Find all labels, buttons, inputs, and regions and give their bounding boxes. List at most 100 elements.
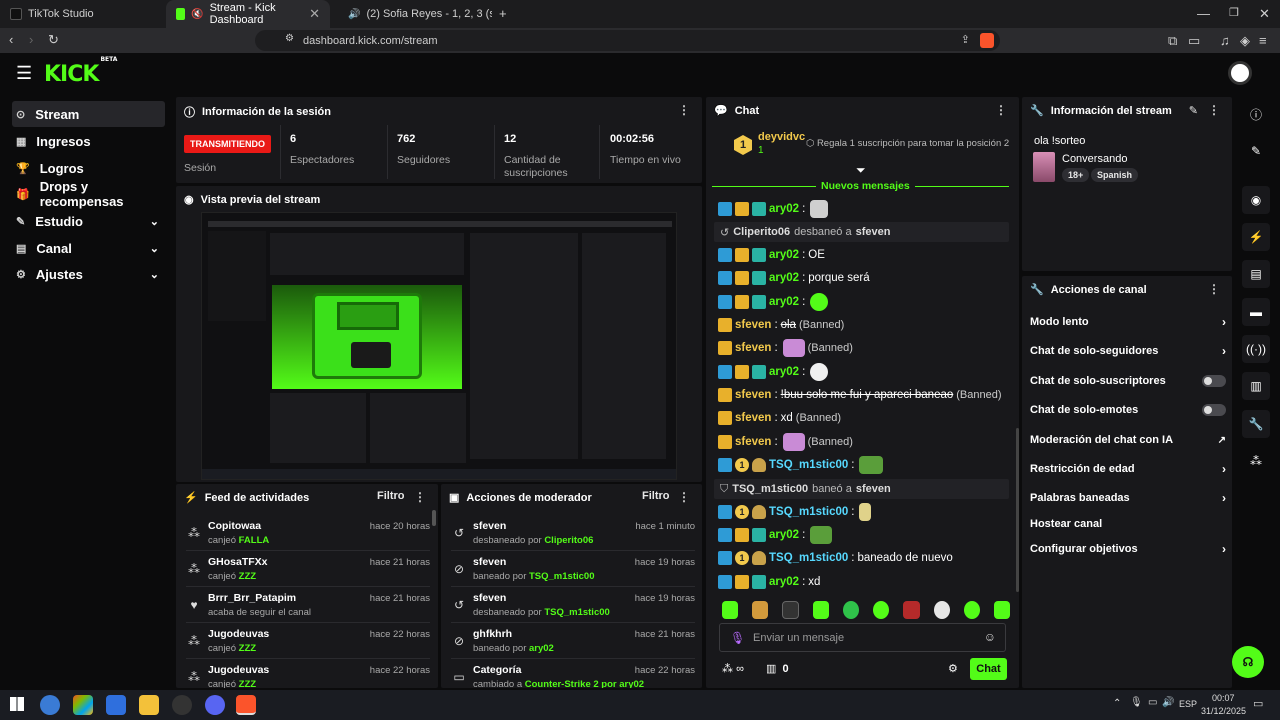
obs-icon[interactable] [172,695,192,715]
chat-username[interactable]: ary02 [769,366,799,378]
points-icon[interactable]: ⁂ ∞ [722,662,744,675]
clipboard-icon[interactable]: ▤ [1242,260,1270,288]
chat-username[interactable]: sfeven [735,389,771,401]
chat-message[interactable]: ary02: OE [718,245,1008,265]
chat-message[interactable]: 1 TSQ_m1stic00: baneado de nuevo [718,548,1008,568]
reload-icon[interactable]: ↻ [48,32,59,48]
sidebar-item-stream[interactable]: ⊙ Stream [12,101,165,127]
chat-message[interactable]: ary02: [718,292,1008,312]
brave-icon[interactable] [236,695,256,715]
emote-icon[interactable] [873,601,890,619]
filter-button[interactable]: Filtro [377,490,405,502]
list-item[interactable]: ⁂ GHosaTFXx canjeó ZZZ hace 21 horas [186,554,430,590]
more-options-icon[interactable]: ⋮ [1208,103,1220,117]
points-icon[interactable]: ⁂ [1242,447,1270,475]
chat-username[interactable]: TSQ_m1stic00 [769,552,848,564]
emote-icon[interactable] [993,601,1011,619]
microphone-icon[interactable]: 🎙 [730,631,745,645]
chat-message[interactable]: ary02: xd [718,572,1008,592]
sidebar-item-ajustes[interactable]: ⚙ Ajustes ⌄ [12,261,165,287]
more-options-icon[interactable]: ⋮ [678,103,690,117]
send-chat-button[interactable]: Chat [970,658,1007,680]
more-options-icon[interactable]: ⋮ [678,490,690,504]
emote-icon[interactable] [903,601,920,619]
emote-icon[interactable] [812,601,829,619]
emote-icon[interactable] [933,601,950,619]
forward-icon[interactable]: › [29,32,33,47]
pencil-icon[interactable]: ✎ [1242,137,1270,165]
banned-words-row[interactable]: Palabras baneadas › [1030,488,1226,508]
chat-username[interactable]: ary02 [769,296,799,308]
filter-button[interactable]: Filtro [642,490,670,502]
chat-username[interactable]: TSQ_m1stic00 [769,459,848,471]
windows-start-icon[interactable] [10,697,24,711]
discord-icon[interactable] [205,695,225,715]
tab-youtube[interactable]: 🔊 (2) Sofia Reyes - 1, 2, 3 (sped up) [332,0,492,28]
sidebar-item-ingresos[interactable]: ▦ Ingresos [12,128,165,154]
list-item[interactable]: ⊘ ghfkhrh baneado por ary02 hace 21 hora… [451,626,695,662]
volume-icon[interactable]: 🔊 [1162,697,1174,708]
hamburger-icon[interactable]: ☰ [16,63,32,84]
scrollbar[interactable] [432,510,436,526]
broadcast-icon[interactable]: ((·)) [1242,335,1270,363]
chat-scrollbar[interactable] [1016,428,1019,592]
close-window-icon[interactable]: ✕ [1259,6,1270,22]
subscribers-only-toggle[interactable] [1202,375,1226,387]
store-app-icon[interactable] [73,695,93,715]
age-restriction-row[interactable]: Restricción de edad › [1030,459,1226,479]
list-item[interactable]: ⁂ Jugodeuvas canjeó ZZZ hace 22 horas [186,662,430,688]
eye-icon[interactable]: ◉ [1242,186,1270,214]
notification-icon[interactable]: ▭ [1253,697,1263,710]
bolt-icon[interactable]: ⚡ [1242,223,1270,251]
ai-moderation-row[interactable]: Moderación del chat con IA ↗ [1030,430,1226,450]
host-channel-row[interactable]: Hostear canal [1030,514,1226,534]
chat-username[interactable]: sfeven [735,412,771,424]
clock-date[interactable]: 31/12/2025 [1201,706,1246,716]
tray-chevron-icon[interactable]: ⌃ [1113,698,1121,709]
avatar[interactable] [1228,61,1252,85]
chat-message[interactable]: sfeven: ola (Banned) [718,315,1008,335]
list-item[interactable]: ⁂ Copitowaa canjeó FALLA hace 20 horas [186,518,430,554]
category-name[interactable]: Conversando [1062,153,1127,165]
followers-only-row[interactable]: Chat de solo-seguidores › [1030,341,1226,361]
more-options-icon[interactable]: ⋮ [1208,282,1220,296]
maximize-icon[interactable]: ❐ [1229,6,1239,19]
edit-icon[interactable]: ✎ [1189,104,1198,117]
chat-message[interactable]: ary02: [718,525,1008,545]
list-item[interactable]: ↺ sfeven desbaneado por Cliperito06 hace… [451,518,695,554]
chat-username[interactable]: ary02 [769,576,799,588]
help-button[interactable]: ☊ [1232,646,1264,678]
sidebar-item-canal[interactable]: ▤ Canal ⌄ [12,235,165,261]
stream-video[interactable] [201,212,677,480]
chat-icon[interactable]: ▬ [1242,298,1270,326]
chat-message[interactable]: sfeven: (Banned) [718,338,1008,358]
chat-message[interactable]: ary02: [718,199,1008,219]
chat-username[interactable]: ary02 [769,529,799,541]
store-icon[interactable]: ▥ [1242,372,1270,400]
site-info-icon[interactable]: ⚙ [285,33,294,44]
gift-counter[interactable]: ▥ 0 [766,662,789,675]
list-item[interactable]: ↺ sfeven desbaneado por TSQ_m1stic00 hac… [451,590,695,626]
chat-username[interactable]: sfeven [735,342,771,354]
copilot-icon[interactable] [40,695,60,715]
emote-icon[interactable] [752,601,769,619]
file-explorer-icon[interactable] [139,695,159,715]
more-options-icon[interactable]: ⋮ [995,103,1007,117]
emoji-icon[interactable]: ☺ [984,630,996,644]
chat-username[interactable]: ary02 [769,249,799,261]
list-item[interactable]: ⁂ Jugodeuvas canjeó ZZZ hace 22 horas [186,626,430,662]
emote-icon[interactable] [722,601,739,619]
extensions-icon[interactable]: ⧉ [1168,33,1177,49]
gift-prompt[interactable]: ⬡ Regala 1 suscripción para tomar la pos… [806,138,1009,149]
clock-time[interactable]: 00:07 [1212,693,1235,703]
chat-input[interactable]: 🎙 Enviar un mensaje ☺ [719,623,1006,652]
more-options-icon[interactable]: ⋮ [414,490,426,504]
address-bar[interactable]: ⚙ dashboard.kick.com/stream ⇪ [255,30,1000,51]
input-language[interactable]: ESP [1179,699,1197,709]
top-gifter-name[interactable]: deyvidvc [758,131,805,143]
minimize-icon[interactable]: — [1197,6,1210,21]
chat-username[interactable]: sfeven [735,436,771,448]
tab-tiktok-studio[interactable]: TikTok Studio [0,0,165,28]
chat-message[interactable]: 1 TSQ_m1stic00: [718,502,1008,522]
configure-goals-row[interactable]: Configurar objetivos › [1030,539,1226,559]
